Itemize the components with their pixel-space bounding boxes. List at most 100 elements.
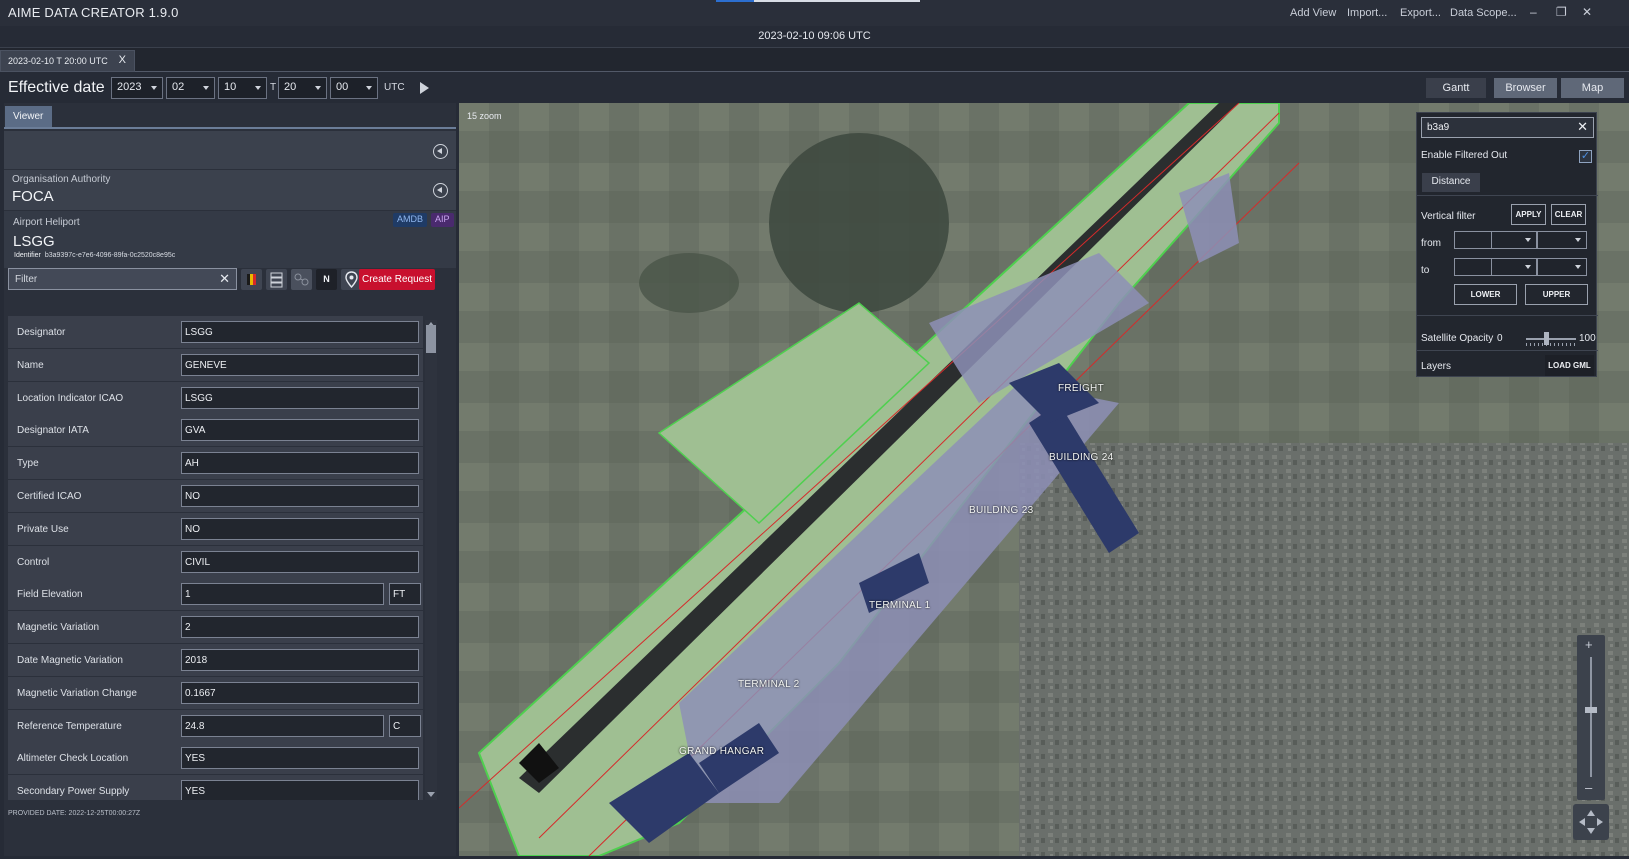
add-view-menu[interactable]: Add View [1290,7,1336,19]
airport-block: Airport Heliport LSGG [4,211,456,268]
slider-handle[interactable] [1544,332,1549,345]
close-tab-icon[interactable]: X [119,54,126,66]
from-label: from [1421,238,1441,249]
property-value-field[interactable]: CIVIL [181,550,419,573]
property-label: Secondary Power Supply [17,786,130,798]
from-reference-select[interactable] [1537,231,1587,249]
chevron-down-icon [151,86,157,90]
hierarchy-icon[interactable] [266,269,287,290]
amdb-badge: AMDB [393,213,428,227]
pan-control[interactable] [1573,804,1609,840]
clear-button[interactable]: CLEAR [1551,204,1586,225]
property-label: Type [17,458,39,470]
property-label: Designator IATA [17,425,89,437]
zoom-slider-handle[interactable] [1585,707,1597,713]
map-search-input[interactable]: b3a9 ✕ [1421,117,1594,138]
properties-scrollbar[interactable] [425,320,437,800]
clear-search-icon[interactable]: ✕ [1577,119,1588,135]
property-value-field[interactable]: 1 [181,583,384,606]
link-icon[interactable] [291,269,312,290]
close-icon[interactable]: ✕ [1582,5,1592,19]
map-label-building24: BUILDING 24 [1049,452,1114,463]
play-icon[interactable] [420,82,429,94]
property-value-field[interactable]: GENEVE [181,353,419,376]
import-menu[interactable]: Import... [1347,7,1387,19]
opacity-min: 0 [1497,333,1503,344]
property-label: Reference Temperature [17,720,122,732]
current-datetime-bar: 2023-02-10 09:06 UTC [0,26,1629,48]
from-unit-select[interactable] [1491,231,1537,249]
flag-icon[interactable] [241,269,262,290]
property-value-field[interactable]: 2018 [181,649,419,671]
zoom-control: + – [1577,635,1605,800]
collapse-icon[interactable] [433,144,448,159]
upper-button[interactable]: UPPER [1525,284,1588,305]
hour-select[interactable]: 20 [278,77,327,99]
chevron-down-icon [315,86,321,90]
property-value-field[interactable]: LSGG [181,386,419,409]
enable-filtered-out-checkbox[interactable]: ✓ [1579,150,1592,163]
property-value-field[interactable]: NO [181,485,419,507]
property-unit-field[interactable]: C [389,714,421,737]
browser-button[interactable]: Browser [1494,78,1557,98]
viewer-tab-underline [4,127,456,129]
property-unit-field[interactable]: FT [389,583,421,606]
property-value-field[interactable]: YES [181,780,419,800]
export-menu[interactable]: Export... [1400,7,1441,19]
chevron-down-icon [1575,265,1581,269]
gantt-button[interactable]: Gantt [1426,78,1486,98]
property-value-field[interactable]: GVA [181,419,419,442]
to-reference-select[interactable] [1537,258,1587,276]
to-value-input[interactable] [1454,258,1492,276]
clear-filter-icon[interactable]: ✕ [219,271,230,287]
scrollbar-thumb[interactable] [426,325,436,353]
property-value-field[interactable]: NO [181,517,419,540]
map-button[interactable]: Map [1561,78,1624,98]
distance-button[interactable]: Distance [1422,173,1480,192]
document-tab[interactable]: 2023-02-10 T 20:00 UTC X [0,50,135,72]
property-row: Magnetic Variation Change 0.1667 [8,676,423,710]
property-value-field[interactable]: 2 [181,616,419,639]
satellite-opacity-slider[interactable] [1526,338,1576,340]
property-value-field[interactable]: AH [181,452,419,475]
to-unit-select[interactable] [1491,258,1537,276]
minimize-icon[interactable]: – [1530,5,1537,19]
zoom-out-icon[interactable]: – [1585,780,1592,795]
vertical-filter-label: Vertical filter [1421,211,1476,222]
chevron-down-icon [366,86,372,90]
create-request-button[interactable]: Create Request [359,269,435,290]
data-scope-menu[interactable]: Data Scope... [1450,7,1517,19]
zoom-in-icon[interactable]: + [1585,637,1593,652]
day-select[interactable]: 10 [218,77,267,99]
year-select[interactable]: 2023 [111,77,163,99]
restore-icon[interactable]: ❐ [1556,5,1567,19]
lower-button[interactable]: LOWER [1454,284,1517,305]
filter-input[interactable]: Filter ✕ [8,268,237,290]
month-select[interactable]: 02 [166,77,215,99]
property-value-field[interactable]: 0.1667 [181,681,419,704]
back-icon[interactable] [433,183,448,198]
scroll-down-icon[interactable] [427,792,435,797]
identifier-value: b3a9397c-e7e6-4096-89fa-0c2520c8e95c [44,252,176,259]
property-row: Certified ICAO NO [8,480,423,513]
apply-button[interactable]: APPLY [1511,204,1546,225]
title-progress-accent [716,0,920,2]
viewer-tab[interactable]: Viewer [5,106,52,127]
property-row: Name GENEVE [8,348,423,382]
satellite-opacity-label: Satellite Opacity [1421,333,1494,344]
organisation-block: Organisation Authority FOCA [4,170,456,210]
identifier: Identifier b3a9397c-e7e6-4096-89fa-0c2520… [14,252,175,259]
load-gml-button[interactable]: LOAD GML [1545,355,1594,376]
minute-select[interactable]: 00 [330,77,378,99]
minute-value: 00 [336,81,349,93]
from-value-input[interactable] [1454,231,1492,249]
north-button[interactable]: N [316,269,337,290]
property-value-field[interactable]: 24.8 [181,714,384,737]
property-value-field[interactable]: LSGG [181,321,419,343]
divider [1417,315,1598,316]
title-bar: AIME DATA CREATOR 1.9.0 Add View Import.… [0,0,1629,26]
app-window: AIME DATA CREATOR 1.9.0 Add View Import.… [0,0,1629,859]
property-value-field[interactable]: YES [181,747,419,770]
map-filter-panel: b3a9 ✕ Enable Filtered Out ✓ Distance Ve… [1416,112,1598,377]
zoom-track[interactable] [1590,657,1592,777]
